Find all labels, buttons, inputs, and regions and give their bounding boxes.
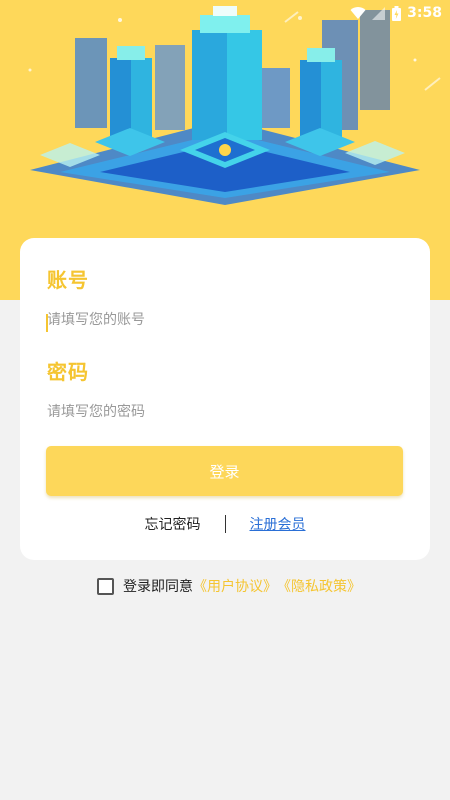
login-button[interactable]: 登录 [46,446,403,496]
status-bar: 3:58 [0,0,450,26]
city-illustration [28,6,441,205]
account-label: 账号 [47,268,89,292]
register-link[interactable]: 注册会员 [250,514,306,534]
link-divider [224,515,226,533]
password-input[interactable] [47,401,387,423]
password-field-group: 密码 [47,356,387,423]
agreement-row: 登录即同意 《用户协议》 《隐私政策》 [97,576,361,596]
privacy-policy-link[interactable]: 《隐私政策》 [277,576,361,596]
status-time: 3:58 [407,5,442,21]
wifi-icon [350,6,366,19]
battery-icon [392,5,402,21]
account-field-group: 账号 [46,264,387,332]
user-agreement-link[interactable]: 《用户协议》 [193,576,277,596]
text-cursor [46,314,48,332]
account-links: 忘记密码 注册会员 [20,514,430,534]
agreement-checkbox[interactable] [97,577,114,595]
account-input[interactable] [47,309,387,331]
agreement-text: 登录即同意 [123,579,193,595]
password-label: 密码 [47,360,89,384]
signal-icon [372,6,386,20]
forgot-password-link[interactable]: 忘记密码 [145,514,201,534]
login-card: 账号 密码 登录 忘记密码 注册会员 [20,238,430,560]
